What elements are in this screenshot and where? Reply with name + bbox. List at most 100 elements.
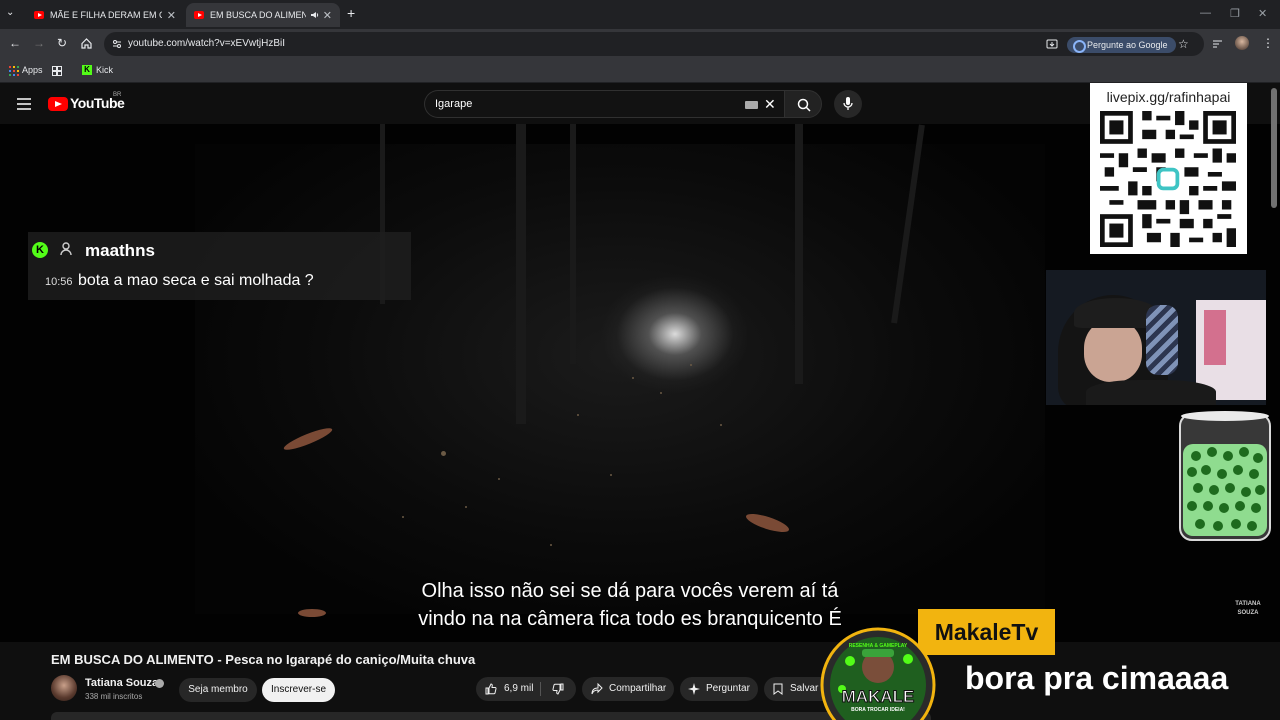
tree-trunk	[516, 124, 526, 424]
search-input[interactable]: Igarape ✕	[424, 90, 784, 118]
new-tab-button[interactable]: +	[347, 5, 355, 21]
share-button[interactable]: Compartilhar	[582, 677, 674, 701]
search-icon	[797, 98, 811, 112]
tab-groups-icon[interactable]	[52, 66, 62, 76]
close-window-icon[interactable]: ✕	[1258, 7, 1267, 20]
debris-speck	[632, 377, 634, 379]
debris-speck	[610, 474, 612, 476]
page-scrollbar[interactable]	[1271, 88, 1277, 208]
streamer-face	[1084, 320, 1142, 382]
ask-button[interactable]: Perguntar	[680, 677, 758, 701]
restore-icon[interactable]: ❐	[1230, 7, 1240, 20]
back-icon[interactable]: ←	[9, 36, 21, 50]
jar-of-kick-tokens-icon	[1179, 411, 1271, 541]
streamer-webcam	[1046, 270, 1266, 405]
like-count[interactable]: 6,9 mil	[504, 677, 533, 701]
debris-speck	[720, 424, 722, 426]
kick-logo-icon: K	[32, 242, 48, 258]
floating-leaf	[298, 609, 326, 617]
country-code: BR	[113, 92, 122, 98]
youtube-header: YouTube BR Igarape ✕	[0, 84, 1280, 124]
ask-google-button[interactable]: Pergunte ao Google	[1067, 37, 1176, 53]
video-subtitles: Olha isso não sei se dá para vocês verem…	[380, 577, 880, 633]
thumbs-down-icon[interactable]	[552, 683, 564, 695]
bookmark-kick[interactable]: Kick	[96, 65, 113, 75]
subscriber-count: 338 mil inscritos	[85, 692, 143, 701]
divider	[540, 682, 541, 696]
home-icon[interactable]	[81, 38, 92, 49]
chat-message-overlay: K maathns 10:56 bota a mao seca e sai mo…	[28, 232, 411, 300]
streamer-shirt	[1086, 380, 1216, 405]
debris-speck	[498, 478, 500, 480]
qr-title: livepix.gg/rafinhapai	[1106, 89, 1231, 105]
forward-icon[interactable]: →	[33, 36, 45, 50]
video-title: EM BUSCA DO ALIMENTO - Pesca no Igarapé …	[51, 652, 476, 667]
debris-speck	[402, 516, 404, 518]
logo-top-text: RESENHA & GAMEPLAY	[849, 643, 908, 649]
bookmark-star-icon[interactable]: ☆	[1178, 37, 1189, 51]
flashlight-glow	[600, 274, 750, 394]
microphone-icon	[843, 97, 853, 110]
debris-speck	[577, 414, 579, 416]
tab-mae-e-filha[interactable]: MÃE E FILHA DERAM EM CIMA ✕	[26, 3, 184, 27]
address-bar[interactable]: youtube.com/watch?v=xEVwtjHzBiI Pergunte…	[104, 32, 1204, 56]
keyboard-icon[interactable]	[745, 101, 758, 109]
watermark-line: SOUZA	[1237, 610, 1259, 616]
thumbs-up-icon[interactable]	[485, 683, 497, 695]
minimize-icon[interactable]: —	[1200, 7, 1211, 19]
join-button[interactable]: Seja membro	[179, 678, 257, 702]
makale-logo-icon: RESENHA & GAMEPLAY MAKALE BORA TROCAR ID…	[820, 627, 936, 720]
chat-timestamp: 10:56	[45, 276, 73, 288]
tab-label: EM BUSCA DO ALIMENTO	[210, 10, 306, 20]
audio-playing-icon[interactable]	[310, 10, 320, 20]
watermark-line: TATIANA	[1235, 601, 1261, 607]
channel-name[interactable]: Tatiana Souza	[85, 677, 158, 689]
badge-text: MakaleTv	[934, 619, 1039, 645]
user-icon	[60, 242, 72, 256]
youtube-logo-icon[interactable]	[48, 97, 68, 111]
logo-text: MAKALE	[842, 687, 915, 706]
clear-search-icon[interactable]: ✕	[764, 96, 776, 113]
subscribe-button[interactable]: Inscrever-se	[262, 678, 335, 702]
chat-message-text: bota a mao seca e sai molhada ?	[78, 272, 314, 289]
apps-grid-icon[interactable]	[9, 66, 19, 76]
youtube-favicon-icon	[34, 11, 44, 19]
verified-check-icon	[155, 679, 164, 688]
youtube-favicon-icon	[194, 11, 204, 19]
tab-search-icon[interactable]: ⌄	[6, 7, 14, 18]
bookmark-apps[interactable]: Apps	[22, 65, 43, 75]
url-text[interactable]: youtube.com/watch?v=xEVwtjHzBiI	[128, 38, 285, 49]
site-info-icon[interactable]	[112, 39, 122, 49]
streamer-banner-text: bora pra cimaaaa	[965, 660, 1229, 696]
subtitle-line: Olha isso não sei se dá para vocês verem…	[421, 580, 839, 602]
reading-list-icon[interactable]	[1212, 39, 1223, 49]
tree-trunk	[570, 124, 576, 364]
logo-bottom-text: BORA TROCAR IDEIA!	[851, 707, 905, 713]
debris-speck	[550, 544, 552, 546]
search-value[interactable]: Igarape	[435, 98, 472, 110]
debris-speck	[660, 392, 662, 394]
search-button[interactable]	[784, 90, 822, 118]
headset-earcup	[1146, 305, 1178, 375]
hamburger-menu-icon[interactable]	[17, 98, 31, 110]
livepix-qr-panel: livepix.gg/rafinhapai	[1090, 83, 1247, 254]
channel-avatar[interactable]	[51, 675, 77, 701]
reload-icon[interactable]: ↻	[57, 36, 67, 50]
tab-em-busca[interactable]: EM BUSCA DO ALIMENTO ✕	[186, 3, 340, 27]
bookmarks-bar: Apps K Kick	[0, 59, 1280, 83]
tab-close-icon[interactable]: ✕	[323, 9, 332, 22]
subtitle-line: vindo na na câmera fica todo es branquic…	[418, 608, 842, 630]
voice-search-button[interactable]	[834, 90, 862, 118]
ask-label: Perguntar	[706, 683, 750, 694]
comment-area-top	[51, 712, 931, 720]
browser-menu-icon[interactable]: ⋮	[1262, 36, 1274, 50]
install-app-icon[interactable]	[1046, 38, 1058, 50]
chat-username: maathns	[85, 241, 155, 260]
debris-speck	[465, 506, 467, 508]
profile-avatar[interactable]	[1235, 36, 1249, 50]
bookmark-icon	[773, 683, 783, 695]
tab-close-icon[interactable]: ✕	[167, 9, 176, 22]
browser-tab-strip: ⌄ MÃE E FILHA DERAM EM CIMA ✕ EM BUSCA D…	[0, 0, 1280, 29]
door-panel	[1204, 310, 1226, 365]
debris-speck	[690, 364, 692, 366]
